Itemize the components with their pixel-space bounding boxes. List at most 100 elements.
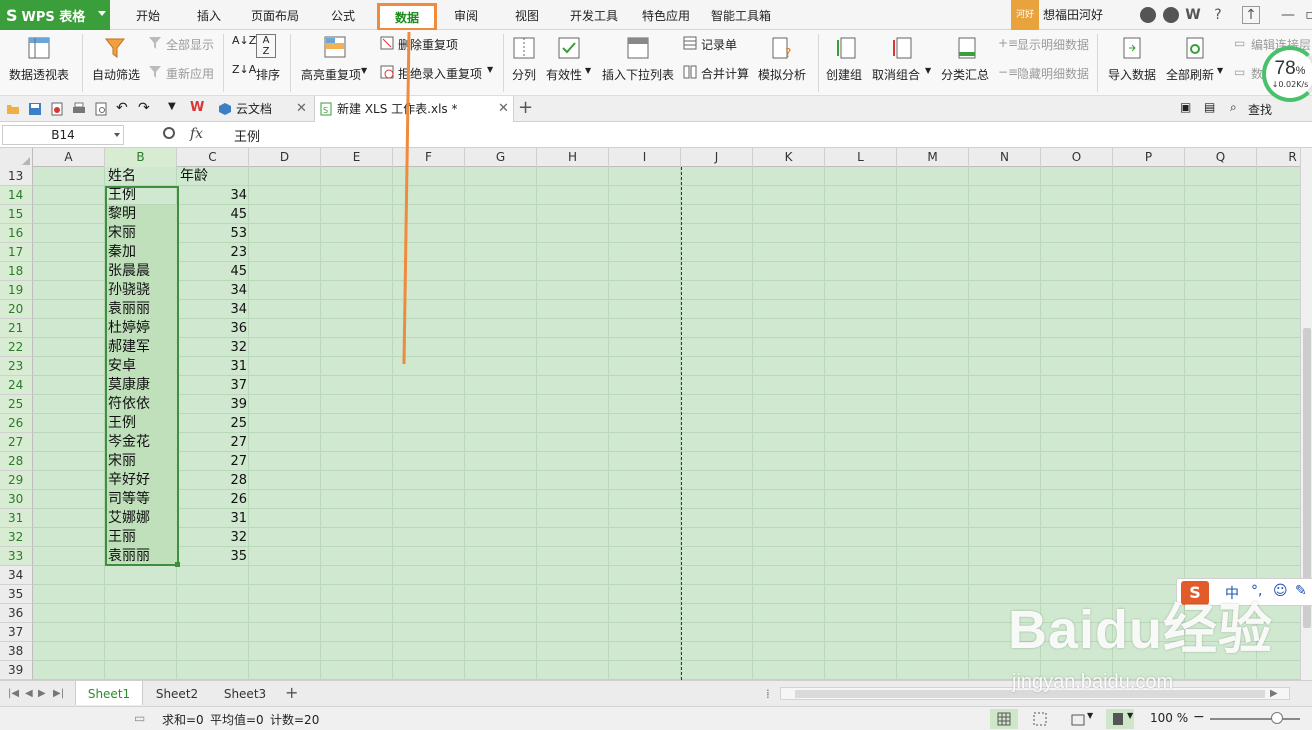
age-cell[interactable]: 31: [178, 509, 250, 528]
zoom-level[interactable]: 100 %: [1150, 711, 1188, 725]
grid-cell[interactable]: [609, 186, 681, 205]
grid-cell[interactable]: [249, 452, 321, 471]
grid-cell[interactable]: [1257, 205, 1300, 224]
grid-cell[interactable]: [537, 547, 609, 566]
tab-smart-toolbox[interactable]: 智能工具箱: [706, 0, 776, 30]
grid-cell[interactable]: [537, 319, 609, 338]
grid-cell[interactable]: [393, 357, 465, 376]
grid-cell[interactable]: [321, 319, 393, 338]
grid-cell[interactable]: [825, 585, 897, 604]
grid-cell[interactable]: [1257, 547, 1300, 566]
grid-cell[interactable]: [321, 205, 393, 224]
row-header[interactable]: 22: [0, 338, 33, 357]
grid-cell[interactable]: [609, 243, 681, 262]
highlight-duplicates-button[interactable]: 高亮重复项: [301, 66, 361, 83]
name-cell[interactable]: 杜婷婷: [106, 319, 178, 338]
prev-sheet-icon[interactable]: ◀: [25, 688, 33, 699]
grid-cell[interactable]: [537, 566, 609, 585]
grid-cell[interactable]: [33, 376, 105, 395]
grid-cell[interactable]: [249, 281, 321, 300]
grid-cell[interactable]: [249, 319, 321, 338]
grid-cell[interactable]: [537, 509, 609, 528]
column-header[interactable]: E: [321, 148, 393, 167]
grid-cell[interactable]: [1041, 566, 1113, 585]
grid-cell[interactable]: [609, 547, 681, 566]
grid-cell[interactable]: [1041, 300, 1113, 319]
grid-cell[interactable]: [33, 300, 105, 319]
grid-cell[interactable]: [969, 490, 1041, 509]
age-cell[interactable]: 34: [178, 281, 250, 300]
grid-cell[interactable]: [249, 661, 321, 680]
grid-cell[interactable]: [33, 357, 105, 376]
grid-cell[interactable]: [681, 585, 753, 604]
app-menu-button[interactable]: S WPS 表格: [0, 0, 110, 30]
grid-cell[interactable]: [897, 528, 969, 547]
help-icon[interactable]: ?: [1206, 4, 1230, 26]
name-column-header-cell[interactable]: 姓名: [106, 167, 178, 186]
name-cell[interactable]: 符依依: [106, 395, 178, 414]
grid-cell[interactable]: [1185, 262, 1257, 281]
grid-cell[interactable]: [321, 452, 393, 471]
name-cell[interactable]: 宋丽: [106, 452, 178, 471]
show-detail-button[interactable]: 显示明细数据: [1017, 36, 1089, 53]
tab-review[interactable]: 审阅: [443, 0, 489, 30]
row-header[interactable]: 15: [0, 205, 33, 224]
grid-cell[interactable]: [969, 452, 1041, 471]
grid-cell[interactable]: [753, 509, 825, 528]
autofilter-button[interactable]: 自动筛选: [92, 66, 140, 83]
grid-cell[interactable]: [249, 623, 321, 642]
grid-cell[interactable]: [465, 243, 537, 262]
name-cell[interactable]: 宋丽: [106, 224, 178, 243]
age-cell[interactable]: 32: [178, 528, 250, 547]
grid-cell[interactable]: [393, 528, 465, 547]
grid-cell[interactable]: [249, 205, 321, 224]
chevron-down-icon[interactable]: ▼: [168, 101, 176, 112]
grid-cell[interactable]: [105, 585, 177, 604]
next-sheet-icon[interactable]: ▶: [38, 688, 46, 699]
restore-icon[interactable]: ↑: [1242, 6, 1260, 24]
grid-cell[interactable]: [825, 281, 897, 300]
grid-cell[interactable]: [969, 243, 1041, 262]
grid-cell[interactable]: [969, 205, 1041, 224]
grid-cell[interactable]: [33, 338, 105, 357]
grid-cell[interactable]: [969, 167, 1041, 186]
age-cell[interactable]: 31: [178, 357, 250, 376]
grid-cell[interactable]: [249, 338, 321, 357]
grid-cell[interactable]: [1185, 357, 1257, 376]
row-header[interactable]: 28: [0, 452, 33, 471]
validity-button[interactable]: 有效性: [546, 66, 582, 83]
column-header[interactable]: P: [1113, 148, 1185, 167]
grid-cell[interactable]: [1185, 509, 1257, 528]
grid-cell[interactable]: [249, 642, 321, 661]
grid-cell[interactable]: [825, 566, 897, 585]
grid-cell[interactable]: [177, 604, 249, 623]
column-header[interactable]: H: [537, 148, 609, 167]
grid-cell[interactable]: [753, 585, 825, 604]
grid-cell[interactable]: [681, 490, 753, 509]
formula-input[interactable]: 王例: [234, 126, 260, 145]
grid-cell[interactable]: [609, 338, 681, 357]
grid-cell[interactable]: [393, 395, 465, 414]
column-header[interactable]: G: [465, 148, 537, 167]
grid-cell[interactable]: [1041, 205, 1113, 224]
grid-cell[interactable]: [897, 224, 969, 243]
grid-cell[interactable]: [1113, 528, 1185, 547]
grid-cell[interactable]: [1257, 186, 1300, 205]
grid-cell[interactable]: [609, 623, 681, 642]
grid-cell[interactable]: [1041, 395, 1113, 414]
column-header[interactable]: A: [33, 148, 105, 167]
grid-cell[interactable]: [969, 376, 1041, 395]
undo-icon[interactable]: ↶: [116, 100, 128, 116]
grid-cell[interactable]: [897, 262, 969, 281]
age-cell[interactable]: 37: [178, 376, 250, 395]
name-cell[interactable]: 司等等: [106, 490, 178, 509]
grid-cell[interactable]: [1113, 262, 1185, 281]
grid-cell[interactable]: [897, 243, 969, 262]
grid-cell[interactable]: [33, 452, 105, 471]
grid-cell[interactable]: [753, 528, 825, 547]
grid-cell[interactable]: [1113, 186, 1185, 205]
grid-cell[interactable]: [753, 205, 825, 224]
grid-cell[interactable]: [753, 300, 825, 319]
grid-cell[interactable]: [1257, 300, 1300, 319]
grid-cell[interactable]: [753, 604, 825, 623]
